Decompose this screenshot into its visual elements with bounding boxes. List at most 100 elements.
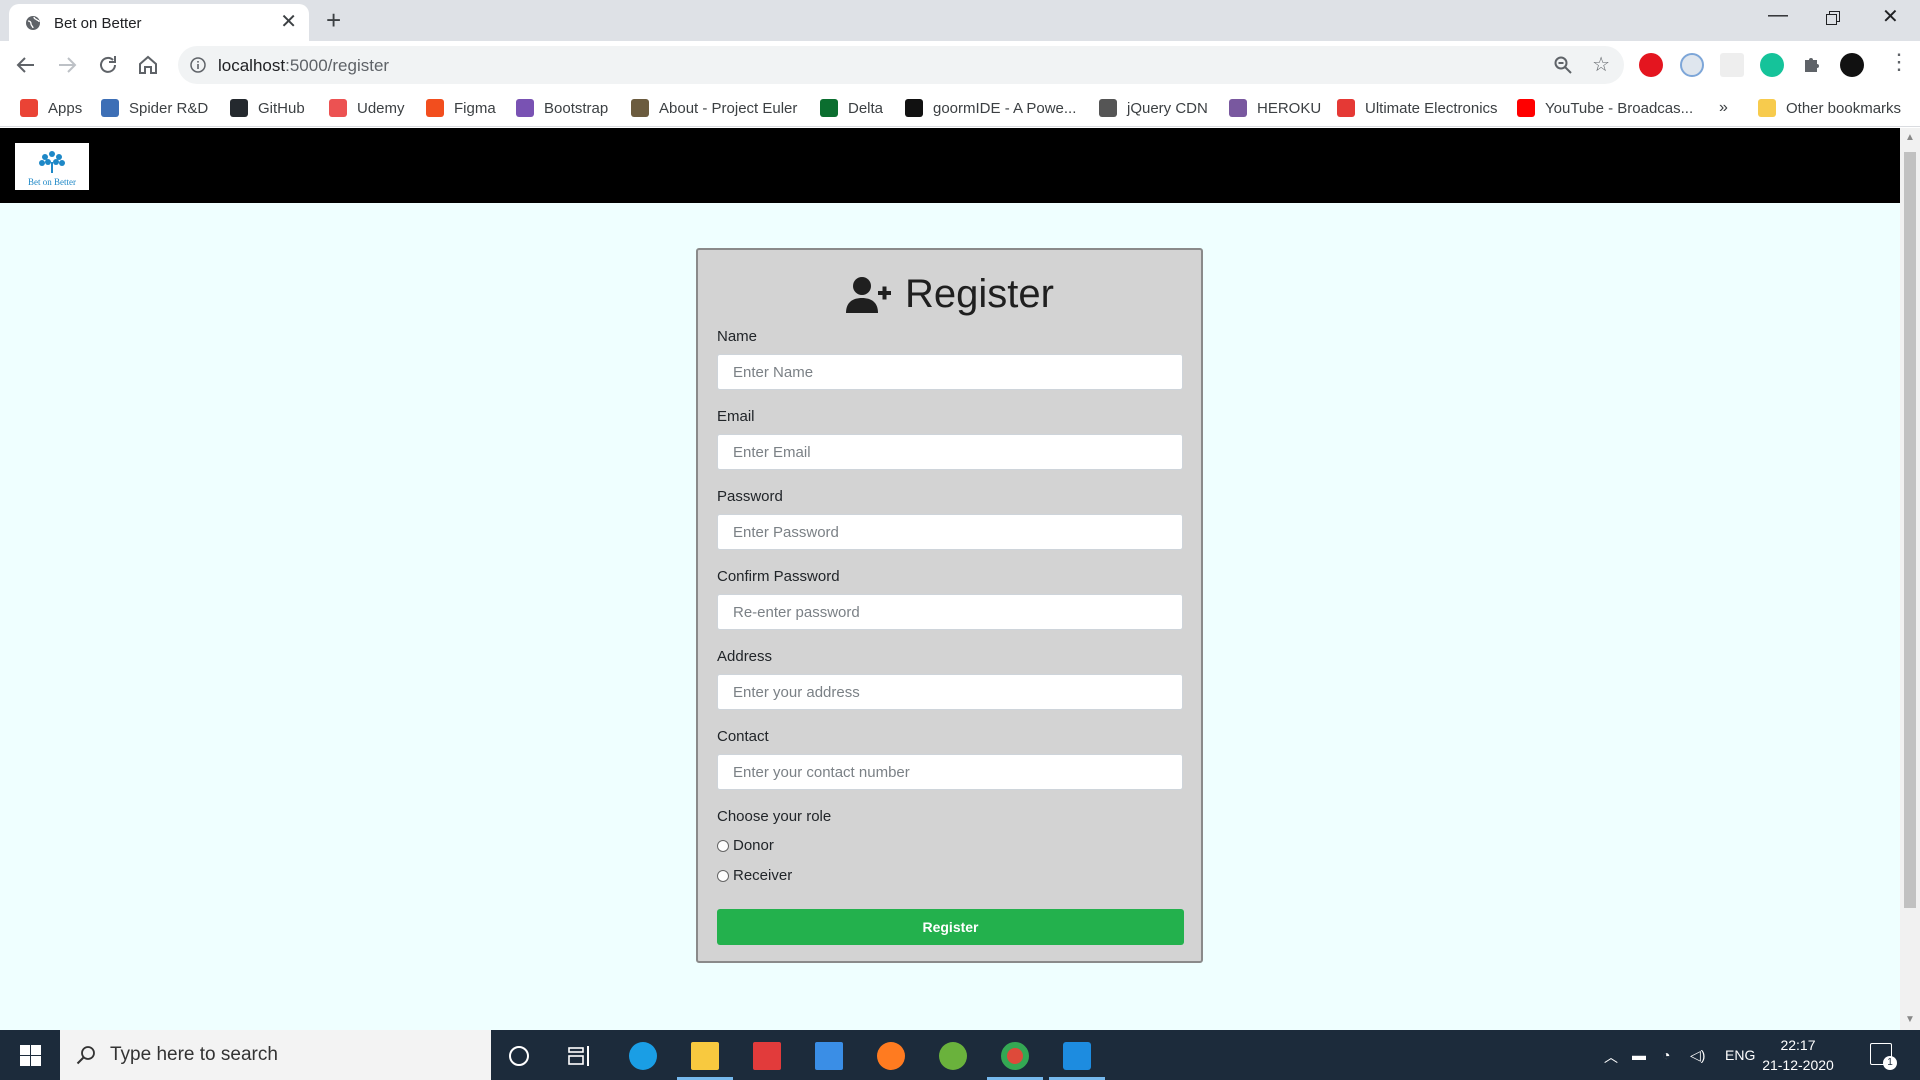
file-explorer-icon[interactable] [691, 1042, 719, 1070]
new-tab-icon[interactable]: + [326, 7, 341, 33]
adblock-icon[interactable] [1639, 53, 1663, 77]
password-label: Password [717, 488, 783, 505]
user-plus-icon [846, 276, 892, 313]
bookmark-spider[interactable]: Spider R&D [101, 96, 208, 120]
bookmark-figma[interactable]: Figma [426, 96, 496, 120]
volume-icon[interactable]: ◁) [1690, 1047, 1705, 1064]
windows-taskbar: Type here to search ︿ ▬ ◔ ◁) ENG 22:17 2… [0, 1030, 1920, 1080]
extension-icon[interactable] [1680, 53, 1704, 77]
info-icon[interactable] [190, 57, 206, 73]
firefox-icon[interactable] [877, 1042, 905, 1070]
bookmark-youtube[interactable]: YouTube - Broadcas... [1517, 96, 1693, 120]
battery-icon[interactable]: ▬ [1632, 1047, 1646, 1063]
back-icon[interactable] [14, 53, 38, 77]
close-tab-icon[interactable]: ✕ [280, 12, 297, 32]
close-window-icon[interactable]: ✕ [1882, 4, 1899, 29]
scroll-down-icon[interactable]: ▼ [1905, 1014, 1915, 1025]
receiver-radio[interactable] [717, 869, 729, 882]
tray-chevron-icon[interactable]: ︿ [1604, 1047, 1618, 1067]
bookmark-goormide[interactable]: goormIDE - A Powe... [905, 96, 1076, 120]
scroll-up-icon[interactable]: ▲ [1905, 132, 1915, 143]
receiver-radio-label: Receiver [733, 867, 793, 884]
mail-icon[interactable] [815, 1042, 843, 1070]
browser-tab[interactable]: Bet on Better ✕ [9, 4, 309, 41]
cortana-icon[interactable] [505, 1042, 533, 1070]
clock[interactable]: 22:17 21-12-2020 [1753, 1035, 1843, 1075]
extension-blank-icon[interactable] [1720, 53, 1744, 77]
bookmark-delta[interactable]: Delta [820, 96, 883, 120]
role-label: Choose your role [717, 808, 832, 825]
grammarly-icon[interactable] [1760, 53, 1784, 77]
email-input[interactable] [717, 434, 1183, 470]
logo-text: Bet on Better [28, 177, 76, 187]
bookmark-udemy[interactable]: Udemy [329, 96, 405, 120]
menu-icon[interactable]: ⋮ [1888, 51, 1910, 73]
url-path: :5000/register [285, 56, 390, 75]
windows-start-icon[interactable] [20, 1045, 41, 1066]
more-bookmarks-button[interactable]: » [1719, 96, 1728, 120]
zoom-icon[interactable] [1554, 56, 1572, 74]
forward-icon[interactable] [55, 53, 79, 77]
password-input[interactable] [717, 514, 1183, 550]
apps-grid-icon [20, 99, 38, 117]
confirm-password-input[interactable] [717, 594, 1183, 630]
name-input[interactable] [717, 354, 1183, 390]
role-option-receiver[interactable]: Receiver [717, 867, 792, 884]
bookmark-label: Spider R&D [129, 99, 209, 117]
register-card: Register Name Email Password Confirm Pas… [696, 248, 1203, 963]
contact-input[interactable] [717, 754, 1183, 790]
puzzle-icon[interactable] [1800, 53, 1824, 77]
page-scrollbar[interactable]: ▲ ▼ [1900, 128, 1920, 1030]
reload-icon[interactable] [96, 53, 120, 77]
bookmark-label: HEROKU [1257, 99, 1322, 117]
tab-title: Bet on Better [54, 15, 142, 32]
url-host: localhost [218, 56, 286, 75]
bookmark-project-euler[interactable]: About - Project Euler [631, 96, 797, 120]
edge-icon[interactable] [629, 1042, 657, 1070]
address-bar[interactable]: localhost:5000/register ☆ [178, 46, 1624, 84]
wifi-icon[interactable]: ◔ [1662, 1047, 1670, 1063]
task-view-icon[interactable] [566, 1042, 594, 1070]
project-euler-icon [631, 99, 649, 117]
chrome-icon[interactable] [1001, 1042, 1029, 1070]
spider-icon [101, 99, 119, 117]
scroll-thumb[interactable] [1904, 152, 1916, 908]
notification-count: 1 [1883, 1056, 1897, 1070]
bookmark-label: Bootstrap [544, 99, 609, 117]
avatar-icon[interactable] [1840, 53, 1864, 77]
taskbar-search[interactable]: Type here to search [60, 1030, 491, 1080]
home-icon[interactable] [136, 53, 160, 77]
globe-icon [1099, 99, 1117, 117]
bookmark-github[interactable]: GitHub [230, 96, 305, 120]
youtube-icon [1517, 99, 1535, 117]
bookmark-label: Delta [848, 99, 884, 117]
restore-icon[interactable] [1826, 11, 1840, 25]
site-navbar: Bet on Better [0, 128, 1900, 203]
register-button[interactable]: Register [717, 909, 1184, 945]
utorrent-icon[interactable] [939, 1042, 967, 1070]
vscode-icon[interactable] [1063, 1042, 1091, 1070]
bookmark-ultimate-electronics[interactable]: Ultimate Electronics [1337, 96, 1498, 120]
other-bookmarks[interactable]: Other bookmarks [1758, 96, 1901, 120]
star-icon[interactable]: ☆ [1592, 52, 1610, 77]
role-option-donor[interactable]: Donor [717, 837, 774, 854]
site-logo[interactable]: Bet on Better [15, 143, 89, 190]
language-indicator[interactable]: ENG [1725, 1047, 1755, 1063]
delta-icon [820, 99, 838, 117]
bookmark-label: goormIDE - A Powe... [933, 99, 1077, 117]
minimize-icon[interactable]: — [1768, 4, 1788, 27]
notification-icon[interactable]: 1 [1870, 1043, 1897, 1070]
other-bookmarks-label: Other bookmarks [1786, 99, 1902, 117]
address-input[interactable] [717, 674, 1183, 710]
gift-app-icon[interactable] [753, 1042, 781, 1070]
bookmark-bootstrap[interactable]: Bootstrap [516, 96, 608, 120]
bookmark-jquery[interactable]: jQuery CDN [1099, 96, 1208, 120]
bookmark-label: About - Project Euler [659, 99, 798, 117]
heroku-icon [1229, 99, 1247, 117]
search-placeholder: Type here to search [110, 1044, 278, 1065]
tab-strip: Bet on Better ✕ + — ✕ [0, 0, 1920, 41]
book-icon [1337, 99, 1355, 117]
bookmark-heroku[interactable]: HEROKU [1229, 96, 1321, 120]
donor-radio[interactable] [717, 839, 729, 852]
bookmark-apps[interactable]: Apps [20, 96, 82, 120]
